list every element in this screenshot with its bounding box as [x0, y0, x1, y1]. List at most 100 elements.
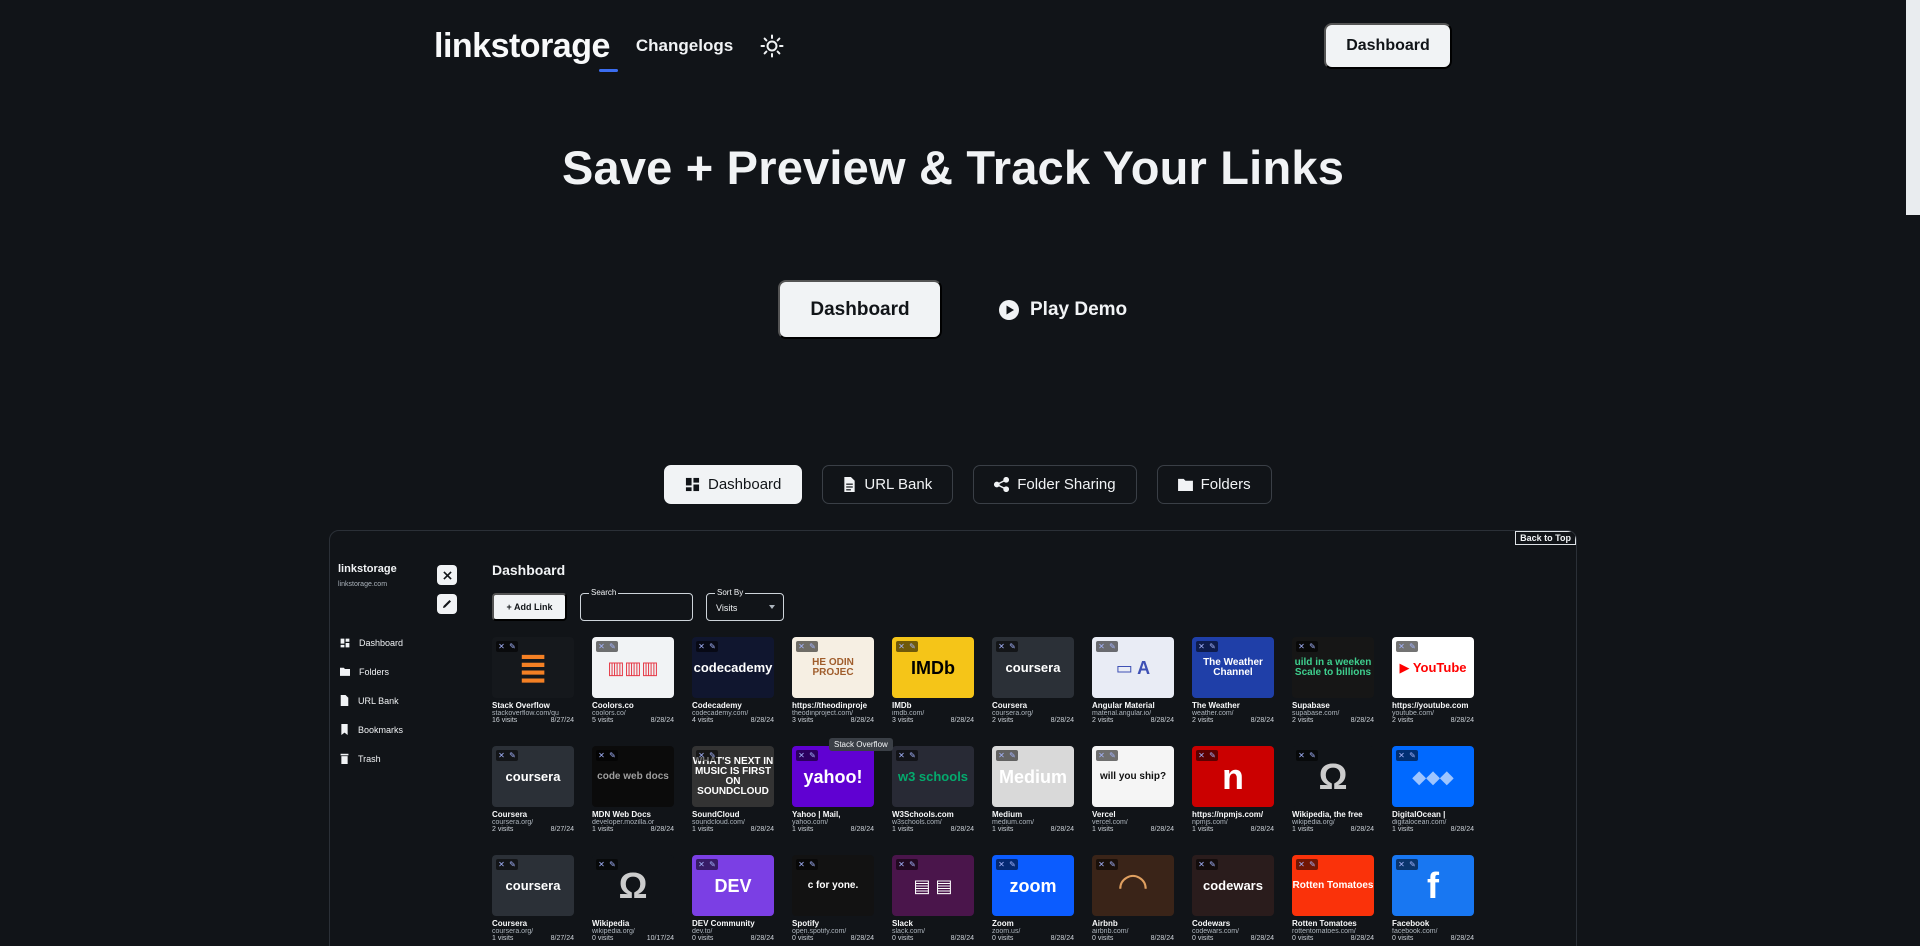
- link-card[interactable]: yahoo! ✕ ✎ Yahoo | Mail, yahoo.com/1 visits 8…: [792, 746, 874, 855]
- delete-icon[interactable]: ✕: [598, 751, 605, 760]
- link-card[interactable]: codecademy ✕ ✎ Codecademy codecademy.com/4 v…: [692, 637, 774, 746]
- sidebar-item-trash[interactable]: Trash: [340, 744, 403, 773]
- link-card[interactable]: Ω ✕ ✎ Wikipedia, the free wikipedia.org/1 vi…: [1292, 746, 1374, 855]
- back-to-top-button[interactable]: Back to Top: [1515, 531, 1576, 545]
- sidebar-edit-button[interactable]: [437, 594, 457, 614]
- link-card[interactable]: ◆◆◆ ✕ ✎ DigitalOcean | digitalocean.com/1 vi…: [1392, 746, 1474, 855]
- link-thumbnail[interactable]: ▶ YouTube ✕ ✎: [1392, 637, 1474, 698]
- delete-icon[interactable]: ✕: [898, 751, 905, 760]
- link-thumbnail[interactable]: Ω ✕ ✎: [592, 855, 674, 916]
- delete-icon[interactable]: ✕: [698, 860, 705, 869]
- link-card[interactable]: ▭ A ✕ ✎ Angular Material material.angular.io…: [1092, 637, 1174, 746]
- delete-icon[interactable]: ✕: [698, 751, 705, 760]
- delete-icon[interactable]: ✕: [1298, 860, 1305, 869]
- edit-icon[interactable]: ✎: [509, 860, 516, 869]
- edit-icon[interactable]: ✎: [1109, 751, 1116, 760]
- delete-icon[interactable]: ✕: [1098, 751, 1105, 760]
- link-card[interactable]: c for yone. ✕ ✎ Spotify open.spotify.com/0 v…: [792, 855, 874, 946]
- link-thumbnail[interactable]: The Weather Channel ✕ ✎: [1192, 637, 1274, 698]
- search-input[interactable]: Search: [580, 588, 693, 621]
- link-card[interactable]: Medium ✕ ✎ Medium medium.com/1 visits 8/28/24: [992, 746, 1074, 855]
- delete-icon[interactable]: ✕: [598, 860, 605, 869]
- edit-icon[interactable]: ✎: [1309, 751, 1316, 760]
- edit-icon[interactable]: ✎: [909, 751, 916, 760]
- edit-icon[interactable]: ✎: [609, 751, 616, 760]
- sidebar-item-bookmarks[interactable]: Bookmarks: [340, 715, 403, 744]
- link-card[interactable]: codewars ✕ ✎ Codewars codewars.com/0 visits 8…: [1192, 855, 1274, 946]
- play-demo-button[interactable]: Play Demo: [998, 299, 1127, 321]
- link-card[interactable]: Rotten Tomatoes ✕ ✎ Rotten Tomatoes rottento…: [1292, 855, 1374, 946]
- link-card[interactable]: ◠ ✕ ✎ Airbnb airbnb.com/0 visits 8/28/24: [1092, 855, 1174, 946]
- link-thumbnail[interactable]: Medium ✕ ✎: [992, 746, 1074, 807]
- link-card[interactable]: ▤ ▤ ✕ ✎ Slack slack.com/0 visits 8/28/24: [892, 855, 974, 946]
- link-thumbnail[interactable]: IMDb ✕ ✎: [892, 637, 974, 698]
- tab-dashboard[interactable]: Dashboard: [664, 465, 803, 504]
- sidebar-close-button[interactable]: [437, 565, 457, 585]
- edit-icon[interactable]: ✎: [1409, 751, 1416, 760]
- link-card[interactable]: zoom ✕ ✎ Zoom zoom.us/0 visits 8/28/24: [992, 855, 1074, 946]
- delete-icon[interactable]: ✕: [1298, 642, 1305, 651]
- link-thumbnail[interactable]: f ✕ ✎: [1392, 855, 1474, 916]
- edit-icon[interactable]: ✎: [709, 642, 716, 651]
- link-thumbnail[interactable]: codewars ✕ ✎: [1192, 855, 1274, 916]
- edit-icon[interactable]: ✎: [909, 642, 916, 651]
- delete-icon[interactable]: ✕: [1198, 642, 1205, 651]
- delete-icon[interactable]: ✕: [998, 642, 1005, 651]
- edit-icon[interactable]: ✎: [809, 751, 816, 760]
- link-card[interactable]: ▥▥▥ ✕ ✎ Coolors.co coolors.co/5 visits 8/28/2…: [592, 637, 674, 746]
- link-thumbnail[interactable]: HE ODIN PROJEC ✕ ✎: [792, 637, 874, 698]
- tab-folders[interactable]: Folders: [1156, 465, 1272, 504]
- edit-icon[interactable]: ✎: [1209, 751, 1216, 760]
- delete-icon[interactable]: ✕: [998, 860, 1005, 869]
- link-thumbnail[interactable]: Rotten Tomatoes ✕ ✎: [1292, 855, 1374, 916]
- sidebar-item-dashboard[interactable]: Dashboard: [340, 628, 403, 657]
- delete-icon[interactable]: ✕: [1198, 860, 1205, 869]
- edit-icon[interactable]: ✎: [1009, 860, 1016, 869]
- delete-icon[interactable]: ✕: [1098, 642, 1105, 651]
- edit-icon[interactable]: ✎: [1209, 860, 1216, 869]
- edit-icon[interactable]: ✎: [709, 860, 716, 869]
- delete-icon[interactable]: ✕: [1398, 751, 1405, 760]
- link-card[interactable]: coursera ✕ ✎ Coursera coursera.org/1 visits 8…: [492, 855, 574, 946]
- edit-icon[interactable]: ✎: [909, 860, 916, 869]
- changelogs-link[interactable]: Changelogs: [636, 36, 733, 56]
- link-card[interactable]: DEV ✕ ✎ DEV Community dev.to/0 visits 8/28/24: [692, 855, 774, 946]
- edit-icon[interactable]: ✎: [1109, 642, 1116, 651]
- delete-icon[interactable]: ✕: [898, 642, 905, 651]
- link-card[interactable]: code web docs ✕ ✎ MDN Web Docs developer.moz…: [592, 746, 674, 855]
- link-thumbnail[interactable]: ▭ A ✕ ✎: [1092, 637, 1174, 698]
- edit-icon[interactable]: ✎: [509, 751, 516, 760]
- link-card[interactable]: n ✕ ✎ https://npmjs.com/npmjs.com/1 visits 8…: [1192, 746, 1274, 855]
- link-card[interactable]: will you ship? ✕ ✎ Vercel vercel.com/1 visit…: [1092, 746, 1174, 855]
- edit-icon[interactable]: ✎: [609, 642, 616, 651]
- link-thumbnail[interactable]: coursera ✕ ✎: [492, 855, 574, 916]
- delete-icon[interactable]: ✕: [998, 751, 1005, 760]
- delete-icon[interactable]: ✕: [898, 860, 905, 869]
- delete-icon[interactable]: ✕: [698, 642, 705, 651]
- link-thumbnail[interactable]: codecademy ✕ ✎: [692, 637, 774, 698]
- link-thumbnail[interactable]: will you ship? ✕ ✎: [1092, 746, 1174, 807]
- edit-icon[interactable]: ✎: [1309, 860, 1316, 869]
- sidebar-item-folders[interactable]: Folders: [340, 657, 403, 686]
- add-link-button[interactable]: + Add Link: [492, 593, 567, 621]
- link-card[interactable]: ▶ YouTube ✕ ✎ https://youtube.com youtube.co…: [1392, 637, 1474, 746]
- edit-icon[interactable]: ✎: [809, 642, 816, 651]
- link-thumbnail[interactable]: DEV ✕ ✎: [692, 855, 774, 916]
- link-card[interactable]: HE ODIN PROJEC ✕ ✎ https://theodinproje theo…: [792, 637, 874, 746]
- link-thumbnail[interactable]: yahoo! ✕ ✎: [792, 746, 874, 807]
- delete-icon[interactable]: ✕: [1198, 751, 1205, 760]
- link-card[interactable]: uild in a weeken Scale to billions ✕ ✎ Supa…: [1292, 637, 1374, 746]
- sidebar-item-url-bank[interactable]: URL Bank: [340, 686, 403, 715]
- delete-icon[interactable]: ✕: [498, 860, 505, 869]
- edit-icon[interactable]: ✎: [1409, 642, 1416, 651]
- nav-dashboard-button[interactable]: Dashboard: [1324, 23, 1452, 69]
- edit-icon[interactable]: ✎: [1209, 642, 1216, 651]
- delete-icon[interactable]: ✕: [798, 751, 805, 760]
- link-card[interactable]: WHAT'S NEXT IN MUSIC IS FIRST ON SOUNDCL…: [692, 746, 774, 855]
- tab-folder-sharing[interactable]: Folder Sharing: [973, 465, 1137, 504]
- page-scrollbar-thumb[interactable]: [1906, 0, 1920, 215]
- link-thumbnail[interactable]: uild in a weeken Scale to billions ✕ ✎: [1292, 637, 1374, 698]
- link-card[interactable]: Ω ✕ ✎ Wikipedia wikipedia.org/0 visits 10/17/…: [592, 855, 674, 946]
- link-thumbnail[interactable]: zoom ✕ ✎: [992, 855, 1074, 916]
- tab-url-bank[interactable]: URL Bank: [822, 465, 954, 504]
